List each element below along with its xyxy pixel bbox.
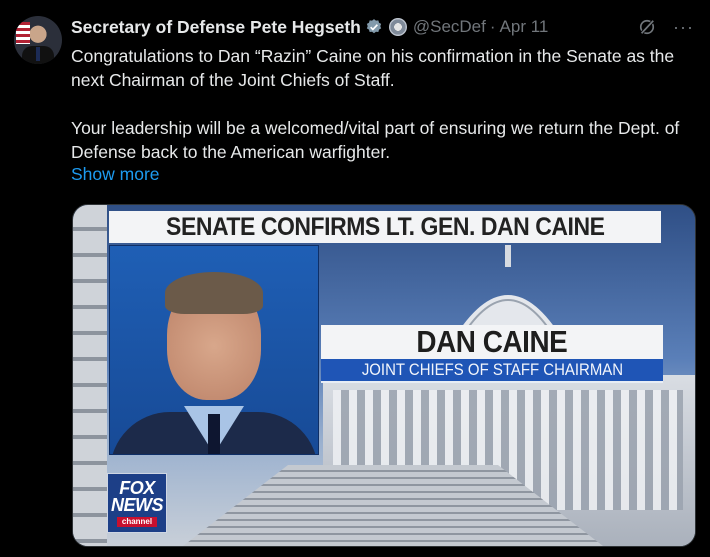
grok-icon[interactable] [637, 17, 657, 37]
headline-text: SENATE CONFIRMS LT. GEN. DAN CAINE [165, 212, 605, 241]
avatar[interactable] [14, 16, 62, 64]
headline-banner: SENATE CONFIRMS LT. GEN. DAN CAINE [109, 211, 661, 243]
author-handle[interactable]: @SecDef [413, 17, 486, 37]
tweet-date[interactable]: Apr 11 [500, 17, 549, 37]
portrait-hair [165, 272, 263, 314]
verified-badge-graphic [366, 19, 381, 34]
tweet-paragraph-2: Your leadership will be a welcomed/vital… [71, 118, 680, 162]
verified-badge-icon[interactable] [365, 18, 383, 36]
more-icon[interactable]: ··· [673, 17, 694, 38]
title-text: JOINT CHIEFS OF STAFF CHAIRMAN [361, 360, 623, 379]
name-banner: DAN CAINE [321, 324, 663, 359]
official-portrait [109, 245, 319, 455]
left-building [73, 205, 107, 546]
avatar-tie [36, 47, 40, 61]
logo-line-2: NEWS [111, 494, 164, 515]
show-more-link[interactable]: Show more [71, 164, 160, 185]
name-text: DAN CAINE [416, 324, 568, 359]
tweet-text: Congratulations to Dan “Razin” Caine on … [71, 44, 691, 164]
logo-line-3: channel [116, 516, 158, 527]
tweet-paragraph-1: Congratulations to Dan “Razin” Caine on … [71, 46, 675, 90]
title-banner: JOINT CHIEFS OF STAFF CHAIRMAN [321, 359, 663, 383]
logo-line-1: FOX [119, 477, 155, 498]
tweet-media-image[interactable]: SENATE CONFIRMS LT. GEN. DAN CAINE DAN C… [72, 204, 696, 547]
author-name[interactable]: Secretary of Defense Pete Hegseth [71, 17, 361, 38]
flag-graphic [16, 22, 30, 44]
portrait-tie [208, 414, 220, 454]
government-affiliation-icon[interactable] [388, 18, 407, 36]
fox-news-logo: FOX NEWS channel [107, 473, 167, 533]
separator-dot: · [489, 17, 496, 36]
tweet-header: Secretary of Defense Pete Hegseth @SecDe… [71, 14, 694, 40]
